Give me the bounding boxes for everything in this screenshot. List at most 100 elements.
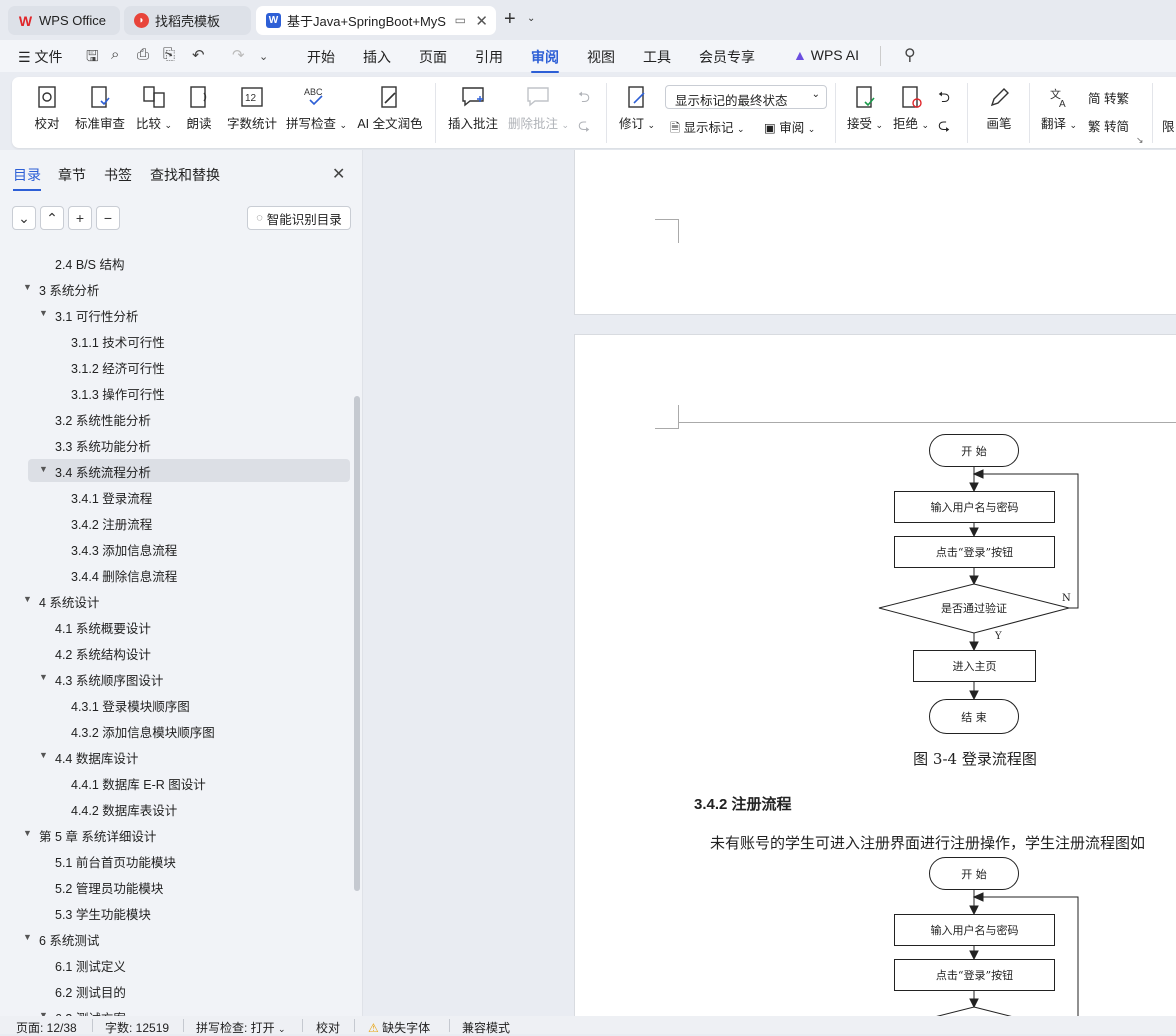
save-icon[interactable]: 🖫 (86, 46, 99, 71)
toc-item[interactable]: ▼ 3.1 可行性分析 (39, 306, 138, 325)
close-icon[interactable]: ✕ (475, 12, 488, 30)
search-icon[interactable]: ⚲ (904, 45, 916, 65)
read-aloud-button[interactable]: 朗读 (184, 85, 214, 132)
toc-item[interactable]: ▼ 3.4 系统流程分析 (39, 462, 151, 481)
tab-toc[interactable]: 目录 (13, 165, 41, 191)
menu-reference[interactable]: 引用 (475, 47, 503, 67)
toc-item[interactable]: 4.4.2 数据库表设计 (71, 800, 177, 819)
expand-arrow-icon[interactable]: ▼ (23, 932, 32, 942)
toc-item[interactable]: ▼ 4.4 数据库设计 (39, 748, 138, 767)
tab-wps-office[interactable]: W WPS Office (8, 6, 120, 35)
proofread-button[interactable]: 校对 (32, 85, 62, 132)
delete-comment-button[interactable]: 删除批注 ⌄ (508, 85, 569, 132)
toc-item[interactable]: ▼ 4.3 系统顺序图设计 (39, 670, 163, 689)
toc-item[interactable]: 3.4.1 登录流程 (71, 488, 152, 507)
toc-item[interactable]: 3.4.4 删除信息流程 (71, 566, 177, 585)
markup-state-select[interactable]: 显示标记的最终状态 ⌄ (665, 85, 827, 109)
close-icon[interactable]: ✕ (332, 164, 345, 184)
toc-item[interactable]: 6.2 测试目的 (55, 982, 126, 1001)
restrict-editing-button[interactable]: 限 (1162, 116, 1175, 135)
collapse-button[interactable]: ⌃ (40, 206, 64, 230)
word-count-button[interactable]: 12 字数统计 (226, 85, 278, 132)
tab-bookmarks[interactable]: 书签 (104, 165, 132, 185)
chevron-down-icon[interactable]: ⌄ (527, 13, 535, 24)
toc-item[interactable]: 4.3.2 添加信息模块顺序图 (71, 722, 215, 741)
toc-item[interactable]: 5.3 学生功能模块 (55, 904, 151, 923)
spell-check-button[interactable]: ABC 拼写检查 ⌄ (286, 85, 347, 132)
menu-member[interactable]: 会员专享 (699, 47, 755, 67)
toc-item[interactable]: 3.3 系统功能分析 (55, 436, 151, 455)
next-change-icon[interactable]: ⮎ (938, 115, 950, 140)
quick-access-more-icon[interactable]: ⌄ (259, 50, 268, 63)
smart-toc-button[interactable]: ◌ 智能识别目录 (247, 206, 351, 230)
tab-docer[interactable]: ◗ 找稻壳模板 (124, 6, 251, 35)
to-traditional-button[interactable]: 简 转繁 (1088, 88, 1129, 107)
add-heading-button[interactable]: + (68, 206, 92, 230)
menu-tools[interactable]: 工具 (643, 47, 671, 67)
ai-polish-button[interactable]: AI 全文润色 (356, 85, 424, 132)
compare-button[interactable]: 比较 ⌄ (134, 85, 174, 132)
toc-item[interactable]: ▼ 第 5 章 系统详细设计 (23, 826, 156, 845)
page-indicator[interactable]: 页面: 12/38 (16, 1019, 77, 1036)
menu-review[interactable]: 审阅 (531, 47, 559, 73)
accept-button[interactable]: 接受 ⌄ (846, 85, 884, 132)
toc-item[interactable]: 3.1.1 技术可行性 (71, 332, 165, 351)
ink-button[interactable]: 画笔 (984, 85, 1014, 132)
menu-wps-ai[interactable]: ▲ WPS AI (793, 47, 859, 63)
scrollbar-thumb[interactable] (354, 396, 360, 891)
toc-item[interactable]: ▼ 3 系统分析 (23, 280, 99, 299)
standard-review-button[interactable]: 标准审查 (74, 85, 126, 132)
toc-item[interactable]: 5.1 前台首页功能模块 (55, 852, 176, 871)
monitor-icon[interactable]: ▭ (455, 13, 466, 27)
translate-button[interactable]: 文A 翻译 ⌄ (1040, 85, 1078, 132)
reject-button[interactable]: 拒绝 ⌄ (892, 85, 930, 132)
to-simplified-button[interactable]: 繁 转简 (1088, 116, 1129, 135)
proofread-status[interactable]: 校对 (316, 1019, 340, 1036)
toc-item[interactable]: 4.2 系统结构设计 (55, 644, 151, 663)
toc-item[interactable]: 2.4 B/S 结构 (55, 254, 124, 273)
toc-item[interactable]: 3.4.2 注册流程 (71, 514, 152, 533)
previous-comment-icon[interactable]: ⮌ (578, 87, 590, 112)
next-comment-icon[interactable]: ⮎ (578, 115, 590, 140)
missing-font-status[interactable]: ⚠ 缺失字体 (368, 1019, 430, 1036)
show-markup-button[interactable]: 🗎 显示标记 ⌄ (670, 117, 745, 140)
toc-item[interactable]: 4.1 系统概要设计 (55, 618, 151, 637)
toc-item[interactable]: 4.3.1 登录模块顺序图 (71, 696, 190, 715)
expand-arrow-icon[interactable]: ▼ (39, 750, 48, 760)
document-page[interactable]: 开 始 输入用户名与密码 点击“登录”按钮 是否通过验证 Y N 进入主页 结 … (574, 334, 1176, 1016)
expand-arrow-icon[interactable]: ▼ (23, 594, 32, 604)
toc-item[interactable]: ▼ 4 系统设计 (23, 592, 99, 611)
previous-change-icon[interactable]: ⮌ (938, 87, 950, 112)
expand-dialog-icon[interactable]: ↘ (1136, 135, 1144, 146)
file-menu[interactable]: ☰ 文件 (18, 47, 62, 67)
word-count-indicator[interactable]: 字数: 12519 (105, 1019, 169, 1036)
toc-item[interactable]: 3.1.2 经济可行性 (71, 358, 165, 377)
tab-document[interactable]: W 基于Java+SpringBoot+MyS ▭ ✕ (256, 6, 496, 35)
print-preview-icon[interactable]: ⎘ (163, 46, 175, 63)
print-icon[interactable]: ⎙ (137, 46, 149, 63)
expand-arrow-icon[interactable]: ▼ (39, 308, 48, 318)
redo-icon[interactable]: ↷ (232, 46, 245, 64)
toc-item[interactable]: ▼ 6 系统测试 (23, 930, 99, 949)
expand-arrow-icon[interactable]: ▼ (23, 282, 32, 292)
toc-item[interactable]: 6.1 测试定义 (55, 956, 126, 975)
toc-item[interactable]: 5.2 管理员功能模块 (55, 878, 163, 897)
expand-arrow-icon[interactable]: ▼ (23, 828, 32, 838)
revision-button[interactable]: 修订 ⌄ (618, 85, 656, 132)
remove-heading-button[interactable]: − (96, 206, 120, 230)
expand-arrow-icon[interactable]: ▼ (39, 464, 48, 474)
review-pane-button[interactable]: ▣ 审阅 ⌄ (764, 117, 815, 136)
brush-icon[interactable]: ⌕ (111, 46, 119, 63)
menu-start[interactable]: 开始 (307, 47, 335, 67)
toc-item[interactable]: 4.4.1 数据库 E-R 图设计 (71, 774, 206, 793)
tab-sections[interactable]: 章节 (58, 165, 86, 185)
toc-item[interactable]: 3.2 系统性能分析 (55, 410, 151, 429)
toc-item[interactable]: 3.4.3 添加信息流程 (71, 540, 177, 559)
toc-item[interactable]: 3.1.3 操作可行性 (71, 384, 165, 403)
menu-page[interactable]: 页面 (419, 47, 447, 67)
insert-comment-button[interactable]: 插入批注 (448, 85, 498, 132)
menu-insert[interactable]: 插入 (363, 47, 391, 67)
spell-check-toggle[interactable]: 拼写检查: 打开 ⌄ (196, 1019, 286, 1036)
new-tab-plus-icon[interactable]: + (504, 8, 516, 31)
tab-find-replace[interactable]: 查找和替换 (150, 165, 220, 185)
